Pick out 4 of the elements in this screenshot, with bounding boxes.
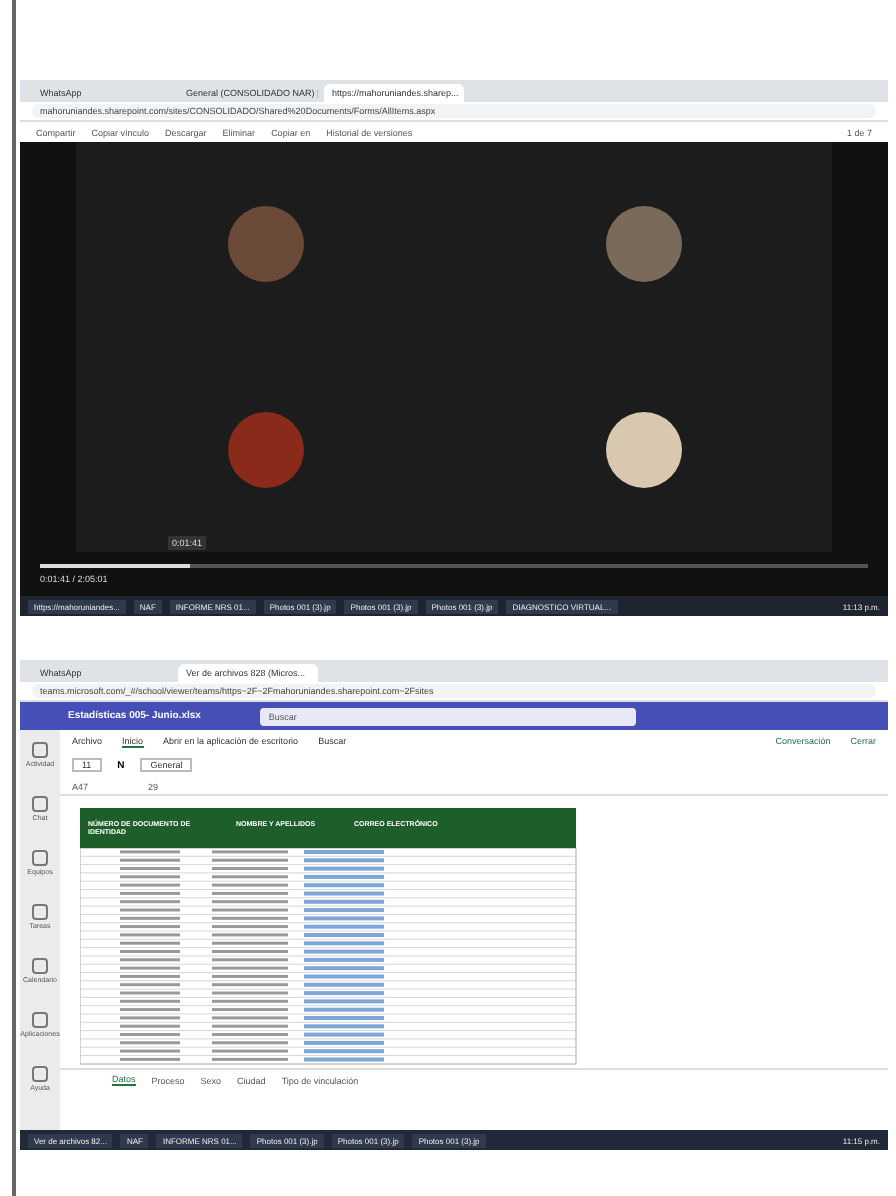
avatar-circle [227, 411, 303, 488]
avatar-circle [227, 206, 303, 283]
avatar-circle [605, 411, 681, 488]
avatar-circle [605, 206, 681, 283]
